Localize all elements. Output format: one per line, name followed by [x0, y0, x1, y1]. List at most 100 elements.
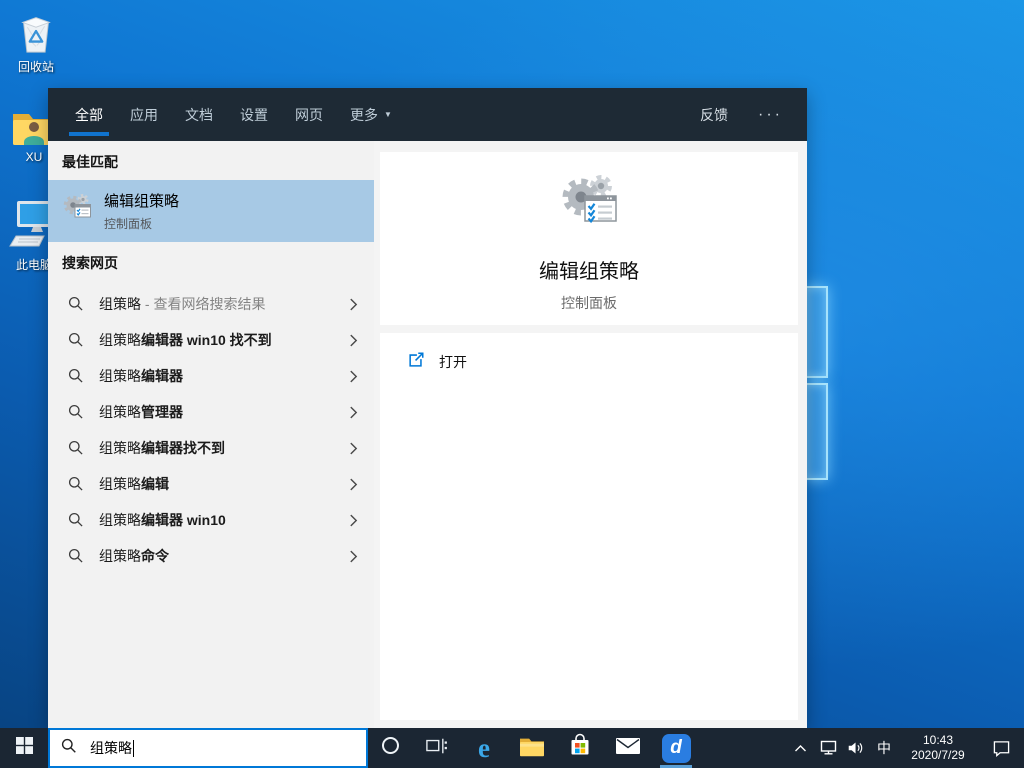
- feedback-button[interactable]: 反馈: [700, 105, 728, 125]
- suggestion-row[interactable]: 组策略编辑器 win10 找不到: [48, 322, 374, 358]
- start-button[interactable]: [0, 728, 48, 768]
- tab-settings[interactable]: 设置: [240, 88, 268, 141]
- dguard-app-button[interactable]: d: [652, 728, 700, 768]
- windows-logo-icon: [15, 737, 33, 759]
- wallpaper-window-glow-bottom: [805, 383, 828, 480]
- action-center-button[interactable]: [978, 728, 1024, 768]
- preview-pane: 编辑组策略 控制面板 打开: [374, 141, 807, 728]
- cortana-icon: [381, 736, 400, 760]
- search-flyout: 全部 应用 文档 设置 网页 更多 ▼ 反馈 ··· 最佳匹配 编辑组策略 控制…: [48, 88, 807, 728]
- web-suggestions: 组策略 - 查看网络搜索结果 组策略编辑器 win10 找不到 组策略编辑器 组…: [48, 286, 374, 574]
- suggestion-row[interactable]: 组策略编辑: [48, 466, 374, 502]
- taskbar-search-box[interactable]: 组策略: [48, 728, 368, 768]
- best-match-title: 编辑组策略: [104, 193, 180, 210]
- search-icon: [68, 404, 83, 419]
- search-icon: [68, 512, 83, 527]
- launch-icon: [407, 351, 425, 374]
- web-search-header: 搜索网页: [62, 255, 118, 271]
- volume-button[interactable]: [842, 728, 870, 768]
- chevron-right-icon[interactable]: [349, 405, 358, 420]
- chevron-right-icon[interactable]: [349, 333, 358, 348]
- best-match-subtitle: 控制面板: [104, 217, 153, 231]
- suggestion-text: 组策略 - 查看网络搜索结果: [99, 296, 266, 312]
- clock-date: 2020/7/29: [911, 748, 965, 762]
- edge-button[interactable]: e: [460, 728, 508, 768]
- tab-more[interactable]: 更多 ▼: [350, 88, 392, 141]
- suggestion-row[interactable]: 组策略编辑器找不到: [48, 430, 374, 466]
- chevron-down-icon: ▼: [384, 110, 392, 119]
- group-policy-icon-large: [557, 173, 621, 242]
- text-caret: [133, 739, 134, 757]
- clock[interactable]: 10:43 2020/7/29: [898, 728, 978, 768]
- chevron-right-icon[interactable]: [349, 297, 358, 312]
- task-view-button[interactable]: [412, 728, 460, 768]
- ethernet-network-icon: [820, 740, 837, 755]
- network-status-button[interactable]: [815, 728, 842, 768]
- search-icon: [68, 476, 83, 491]
- open-action[interactable]: 打开: [380, 348, 798, 376]
- suggestion-text: 组策略命令: [99, 548, 169, 564]
- search-icon: [68, 368, 83, 383]
- actions-card: 打开: [380, 333, 798, 720]
- suggestion-row[interactable]: 组策略 - 查看网络搜索结果: [48, 286, 374, 322]
- dguard-icon: d: [661, 733, 691, 763]
- tab-web[interactable]: 网页: [295, 88, 323, 141]
- tab-apps[interactable]: 应用: [130, 88, 158, 141]
- suggestion-text: 组策略编辑: [99, 476, 169, 492]
- search-icon: [61, 738, 77, 759]
- tab-documents[interactable]: 文档: [185, 88, 213, 141]
- desktop-icon-recycle-bin[interactable]: 回收站: [3, 8, 69, 75]
- results-list: 最佳匹配 编辑组策略 控制面板 搜索网页 组策略 - 查看网络搜索结果 组策略编…: [48, 141, 374, 728]
- notification-icon: [993, 740, 1009, 757]
- desktop-wallpaper: 回收站 XU 此电脑 全部 应用 文档 设置 网页 更多 ▼ 反馈 ··· 最佳…: [0, 0, 1024, 728]
- chevron-right-icon[interactable]: [349, 369, 358, 384]
- filter-tabs: 全部 应用 文档 设置 网页 更多 ▼: [48, 88, 392, 141]
- tab-all[interactable]: 全部: [69, 88, 109, 141]
- suggestion-row[interactable]: 组策略编辑器 win10: [48, 502, 374, 538]
- search-filter-bar: 全部 应用 文档 设置 网页 更多 ▼ 反馈 ···: [48, 88, 807, 141]
- cortana-button[interactable]: [368, 728, 412, 768]
- tray-expand-button[interactable]: [785, 728, 815, 768]
- chevron-right-icon[interactable]: [349, 513, 358, 528]
- search-icon: [68, 332, 83, 347]
- chevron-right-icon[interactable]: [349, 549, 358, 564]
- task-view-icon: [425, 736, 447, 761]
- chevron-right-icon[interactable]: [349, 441, 358, 456]
- detail-subtitle: 控制面板: [561, 295, 617, 311]
- mail-button[interactable]: [604, 728, 652, 768]
- suggestion-row[interactable]: 组策略编辑器: [48, 358, 374, 394]
- overflow-menu-button[interactable]: ···: [758, 106, 783, 124]
- store-icon: [568, 733, 592, 764]
- store-button[interactable]: [556, 728, 604, 768]
- suggestion-text: 组策略编辑器: [99, 368, 183, 384]
- wallpaper-window-glow-top: [805, 286, 828, 378]
- best-match-header: 最佳匹配: [62, 154, 118, 170]
- suggestion-text: 组策略编辑器 win10: [99, 512, 226, 528]
- taskbar: 组策略 e d 中 10:43 2020/7/29: [0, 728, 1024, 768]
- detail-card: 编辑组策略 控制面板: [380, 152, 798, 325]
- suggestion-text: 组策略编辑器找不到: [99, 440, 225, 456]
- desktop-icon-label: 回收站: [17, 60, 54, 74]
- chevron-right-icon[interactable]: [349, 477, 358, 492]
- search-icon: [68, 548, 83, 563]
- system-tray: 中 10:43 2020/7/29: [785, 728, 1024, 768]
- search-icon: [68, 296, 83, 311]
- group-policy-icon: [61, 193, 93, 230]
- recycle-bin-icon: [3, 8, 69, 56]
- edge-icon: e: [478, 732, 490, 763]
- suggestion-text: 组策略管理器: [99, 404, 183, 420]
- speaker-icon: [848, 742, 863, 754]
- ime-indicator[interactable]: 中: [870, 728, 898, 768]
- file-explorer-button[interactable]: [508, 728, 556, 768]
- search-input-value: 组策略: [90, 740, 132, 756]
- mail-icon: [615, 736, 641, 761]
- suggestion-row[interactable]: 组策略命令: [48, 538, 374, 574]
- best-match-result[interactable]: 编辑组策略 控制面板: [48, 180, 374, 242]
- suggestion-text: 组策略编辑器 win10 找不到: [99, 332, 272, 348]
- search-icon: [68, 440, 83, 455]
- clock-time: 10:43: [922, 733, 954, 747]
- chevron-up-icon: [794, 744, 806, 751]
- suggestion-row[interactable]: 组策略管理器: [48, 394, 374, 430]
- open-label: 打开: [439, 354, 467, 370]
- detail-title: 编辑组策略: [539, 261, 639, 283]
